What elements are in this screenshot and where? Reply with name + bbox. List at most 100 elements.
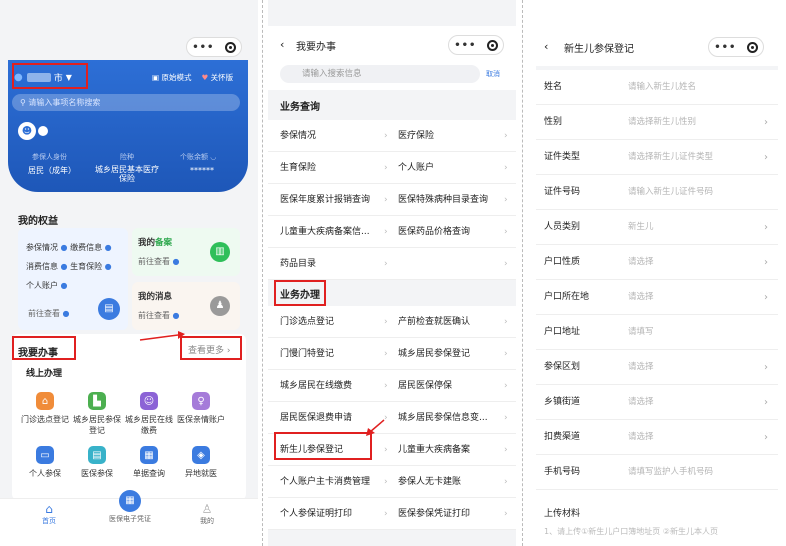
service-grid-item[interactable]: ▦ 单据查询 <box>124 446 174 479</box>
more-icon[interactable]: ••• <box>454 40 476 51</box>
tab-card[interactable]: ▦ 医保电子凭证 <box>100 490 160 524</box>
my-messages-card[interactable]: 我的消息 前往查看 ● ♟ <box>132 282 240 330</box>
close-target-icon[interactable] <box>224 41 236 53</box>
more-icon[interactable]: ••• <box>714 42 736 53</box>
service-item[interactable]: 儿童重大疾病备案信... <box>280 216 384 248</box>
account-balance-label: 个账余额 <box>180 153 208 161</box>
form-field-input[interactable]: 请选择 <box>628 245 654 280</box>
service-item[interactable]: 个人账户 <box>398 152 502 184</box>
rights-card: 参保情况 ● 缴费信息 ● 消费信息 ● 生育保险 ● 个人账户 ● 前往查看 … <box>18 228 128 330</box>
service-item[interactable]: 门慢门特登记 <box>280 338 384 370</box>
more-icon[interactable]: ••• <box>192 42 214 53</box>
chevron-right-icon: › <box>384 477 388 487</box>
service-item[interactable]: 医保特殊病种目录查询 <box>398 184 502 216</box>
mode-switch[interactable]: ▣ 原始模式 ♥ 关怀版 <box>152 72 233 83</box>
form-field-input[interactable]: 请输入新生儿证件号码 <box>628 175 713 210</box>
service-grid-item[interactable]: ▭ 个人参保 <box>20 446 70 479</box>
form-field-row[interactable]: 户口地址 请填写 <box>536 315 778 350</box>
family-icon: ♀ <box>192 392 210 410</box>
service-item[interactable]: 城乡居民参保信息变... <box>398 402 502 434</box>
service-item[interactable]: 城乡居民参保登记 <box>398 338 502 370</box>
form-field-row[interactable]: 姓名 请输入新生儿姓名 <box>536 70 778 105</box>
service-grid-item[interactable]: ◈ 异地就医 <box>176 446 226 479</box>
service-item[interactable]: 医保参保凭证打印 <box>398 498 502 530</box>
service-item[interactable]: 居民医保停保 <box>398 370 502 402</box>
service-item[interactable]: 儿童重大疾病备案 <box>398 434 502 466</box>
form-field-row[interactable]: 户口性质 请选择 › <box>536 245 778 280</box>
rights-link-personal-account[interactable]: 个人账户 <box>26 281 58 290</box>
form-field-label: 扣费渠道 <box>544 432 581 442</box>
service-item[interactable]: 医保药品价格查询 <box>398 216 502 248</box>
service-grid-label: 城乡居民在线缴费 <box>125 415 173 435</box>
rights-link-insurance-status[interactable]: 参保情况 <box>26 243 58 252</box>
form-field-input[interactable]: 请选择 <box>628 385 654 420</box>
service-item[interactable]: 生育保险 <box>280 152 384 184</box>
form-field-row[interactable]: 证件类型 请选择新生儿证件类型 › <box>536 140 778 175</box>
service-item[interactable]: 个人参保证明打印 <box>280 498 384 530</box>
service-item[interactable]: 个人账户主卡消费管理 <box>280 466 384 498</box>
form-field-input[interactable]: 请选择 <box>628 280 654 315</box>
account-balance-toggle[interactable]: 个账余额 ◡ <box>180 152 216 162</box>
form-field-input[interactable]: 请填写 <box>628 315 654 350</box>
form-field-input[interactable]: 请选择新生儿证件类型 <box>628 140 713 175</box>
service-item[interactable]: 参保人无卡建账 <box>398 466 502 498</box>
rights-link-payment-info[interactable]: 缴费信息 <box>70 243 102 252</box>
search-input[interactable]: 请输入搜索信息 <box>280 65 480 83</box>
service-item[interactable]: 城乡居民在线缴费 <box>280 370 384 402</box>
service-item[interactable]: 产前检查就医确认 <box>398 306 502 338</box>
eye-icon[interactable]: ◡ <box>208 153 216 161</box>
mini-program-capsule[interactable]: ••• <box>186 37 242 57</box>
form-field-row[interactable]: 户口所在地 请选择 › <box>536 280 778 315</box>
highlight-box-view-more <box>180 336 242 360</box>
tab-mine[interactable]: ♙ 我的 <box>192 502 222 526</box>
form-field-row[interactable]: 性别 请选择新生儿性别 › <box>536 105 778 140</box>
form-field-row[interactable]: 乡镇街道 请选择 › <box>536 385 778 420</box>
service-grid-item[interactable]: ▙ 城乡居民参保登记 <box>72 392 122 436</box>
form-field-row[interactable]: 手机号码 请填写监护人手机号码 <box>536 455 778 490</box>
service-grid-item[interactable]: ⌂ 门诊选点登记 <box>20 392 70 425</box>
form-field-input[interactable]: 请选择 <box>628 420 654 455</box>
mini-program-capsule[interactable]: ••• <box>448 35 504 55</box>
service-item[interactable]: 医保年度累计报销查询 <box>280 184 384 216</box>
mini-program-capsule[interactable]: ••• <box>708 37 764 57</box>
form-field-row[interactable]: 参保区划 请选择 › <box>536 350 778 385</box>
close-target-icon[interactable] <box>746 41 758 53</box>
receipt-icon: ▦ <box>140 446 158 464</box>
avatar[interactable]: ☻ <box>18 122 36 140</box>
close-target-icon[interactable] <box>486 39 498 51</box>
service-grid-item[interactable]: ♀ 医保亲情账户 <box>176 392 226 425</box>
list-row: 城乡居民在线缴费 › 居民医保停保 › <box>268 370 516 402</box>
original-mode-button[interactable]: ▣ 原始模式 <box>152 72 191 83</box>
service-item[interactable]: 药品目录 <box>280 248 384 280</box>
form-field-input[interactable]: 新生儿 <box>628 210 654 245</box>
form-field-input[interactable]: 请填写监护人手机号码 <box>628 455 713 490</box>
rights-link-consumption-info[interactable]: 消费信息 <box>26 262 58 271</box>
service-grid-item[interactable]: ☺ 城乡居民在线缴费 <box>124 392 174 436</box>
back-button[interactable]: ‹ <box>280 38 284 51</box>
service-grid-item[interactable]: ▤ 医保参保 <box>72 446 122 479</box>
service-item[interactable]: 门诊选点登记 <box>280 306 384 338</box>
service-item[interactable] <box>398 248 502 280</box>
user-icon: ♙ <box>201 502 213 516</box>
form-field-input[interactable]: 请选择新生儿性别 <box>628 105 696 140</box>
form-field-row[interactable]: 人员类别 新生儿 › <box>536 210 778 245</box>
form-field-input[interactable]: 请输入新生儿姓名 <box>628 70 696 105</box>
rights-link-maternity[interactable]: 生育保险 <box>70 262 102 271</box>
my-record-card[interactable]: 我的备案 前往查看 ● ▥ <box>132 228 240 276</box>
heart-icon: ♥ <box>201 73 211 82</box>
cancel-button[interactable]: 取消 <box>486 69 500 79</box>
service-item[interactable]: 参保情况 <box>280 120 384 152</box>
tab-home[interactable]: ⌂ 首页 <box>34 502 64 526</box>
form-field-row[interactable]: 证件号码 请输入新生儿证件号码 <box>536 175 778 210</box>
divider <box>262 0 263 546</box>
form-field-row[interactable]: 扣费渠道 请选择 › <box>536 420 778 455</box>
chevron-right-icon: › <box>384 445 388 455</box>
service-item[interactable]: 医疗保险 <box>398 120 502 152</box>
search-input[interactable]: ⚲ 请输入事项名称搜索 <box>12 94 240 111</box>
list-row: 门慢门特登记 › 城乡居民参保登记 › <box>268 338 516 370</box>
care-mode-button[interactable]: ♥ 关怀版 <box>201 72 233 83</box>
form-field-label: 户口所在地 <box>544 292 590 302</box>
form-field-input[interactable]: 请选择 <box>628 350 654 385</box>
rights-go-view[interactable]: 前往查看 ● <box>28 308 70 319</box>
back-button[interactable]: ‹ <box>544 40 548 53</box>
